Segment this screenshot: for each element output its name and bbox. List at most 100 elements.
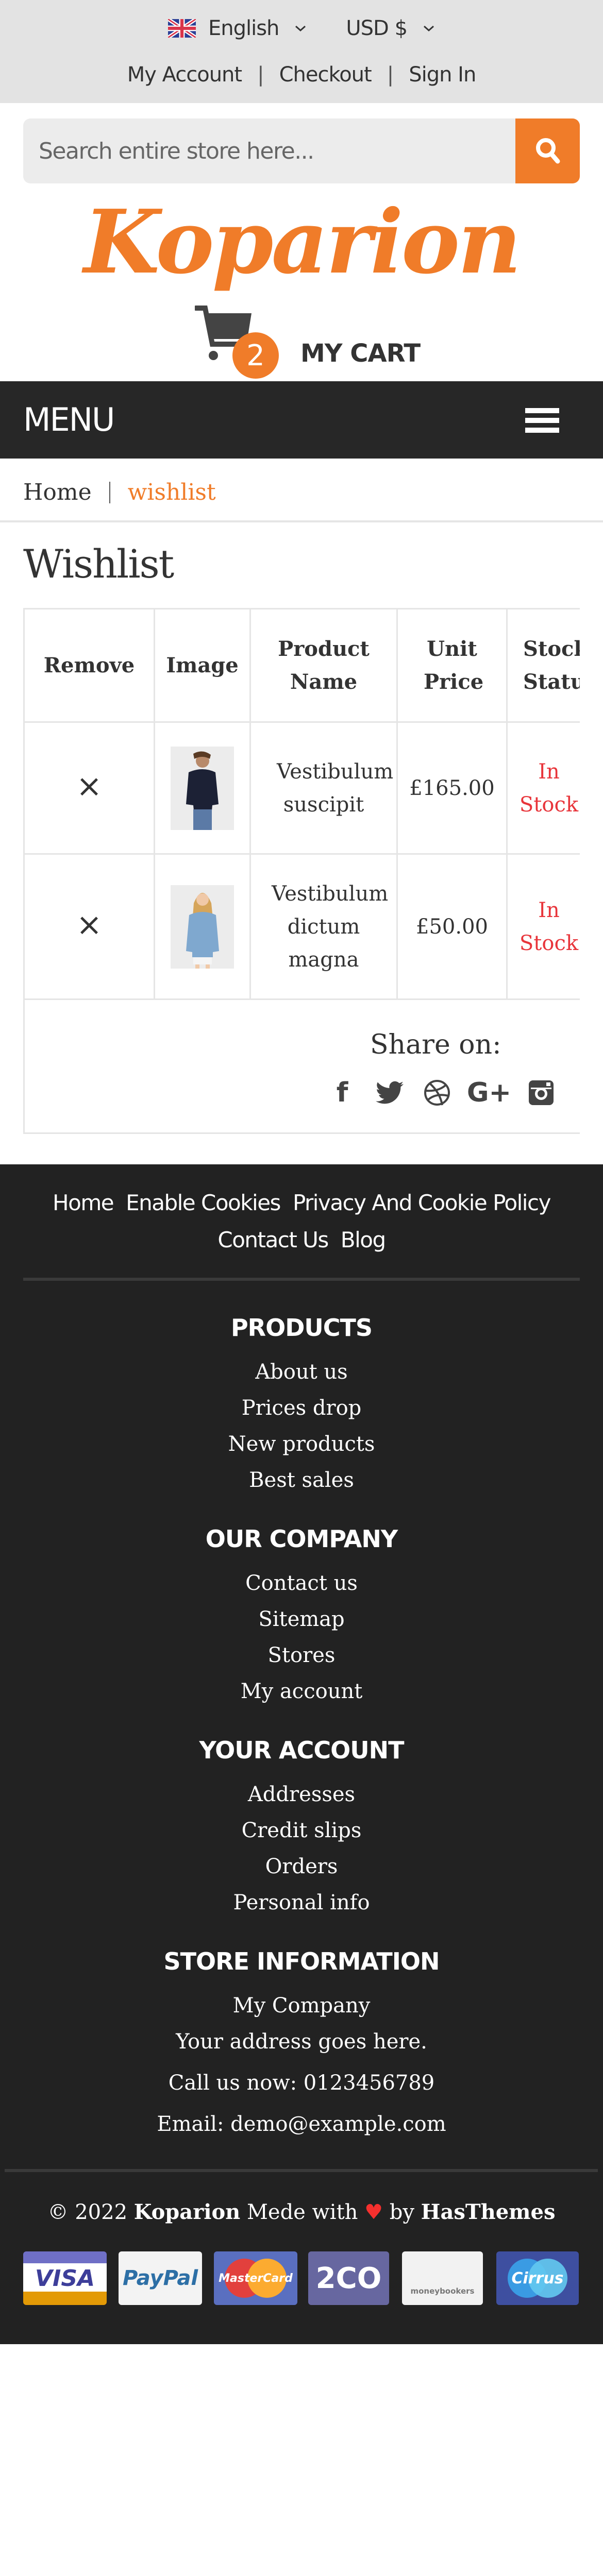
store-email[interactable]: Email: demo@example.com <box>0 2112 603 2136</box>
language-selector[interactable]: English <box>167 16 307 40</box>
store-phone: Call us now: 0123456789 <box>168 2071 435 2095</box>
share-cell: Share on: f G+ <box>23 998 580 1134</box>
facebook-icon[interactable]: f <box>319 1077 366 1108</box>
footer-link[interactable]: Personal info <box>0 1891 603 1914</box>
search-bar <box>23 118 580 183</box>
footer-link-privacy[interactable]: Privacy And Cookie Policy <box>293 1190 551 1215</box>
cart-button[interactable]: 2 MY CART <box>195 299 421 379</box>
search-button[interactable] <box>515 118 580 183</box>
mastercard-label: MasterCard <box>219 2272 293 2285</box>
copyright-by: by <box>389 2200 414 2224</box>
breadcrumb-divider <box>109 481 110 503</box>
wishlist-table: Remove Image Product Name Unit Price Sto… <box>23 608 580 1134</box>
footer-link[interactable]: About us <box>0 1360 603 1384</box>
footer-link[interactable]: Credit slips <box>0 1819 603 1842</box>
lang-currency-row: English USD $ <box>0 15 603 41</box>
hamburger-menu-icon[interactable] <box>525 408 559 433</box>
share-row: Share on: f G+ <box>23 998 580 1134</box>
checkout-link[interactable]: Checkout <box>279 63 372 87</box>
uk-flag-icon <box>167 19 196 38</box>
header-product-name: Product Name <box>249 608 398 723</box>
copyright: © 2022 Koparion Mede with ♥ by HasThemes <box>0 2200 603 2224</box>
footer-link-contact[interactable]: Contact Us <box>217 1227 329 1252</box>
footer-heading-store-information: STORE INFORMATION <box>163 1947 440 1975</box>
footer-link[interactable]: Prices drop <box>0 1396 603 1420</box>
my-account-link[interactable]: My Account <box>127 63 242 87</box>
footer: Home Enable Cookies Privacy And Cookie Pol… <box>0 1164 603 2344</box>
sign-in-link[interactable]: Sign In <box>409 63 476 87</box>
footer-link[interactable]: Best sales <box>0 1468 603 1492</box>
footer-link[interactable]: Contact us <box>0 1571 603 1595</box>
page-title: Wishlist <box>23 541 174 587</box>
instagram-icon[interactable] <box>517 1077 565 1108</box>
footer-link-enable-cookies[interactable]: Enable Cookies <box>126 1190 281 1215</box>
divider: | <box>387 63 394 87</box>
top-bar: English USD $ My Account | Checkout | Si… <box>0 0 603 103</box>
header-unit-price: Unit Price <box>396 608 508 723</box>
chevron-down-icon <box>424 25 434 32</box>
footer-heading-your-account: YOUR ACCOUNT <box>199 1736 404 1764</box>
copyright-year: © 2022 <box>47 2200 128 2224</box>
logo[interactable]: Koparion <box>0 191 603 294</box>
breadcrumb: Home wishlist <box>23 479 216 505</box>
currency-selector[interactable]: USD $ <box>346 16 435 40</box>
currency-label: USD $ <box>346 16 408 40</box>
product-image-cell <box>154 853 251 1000</box>
search-icon <box>535 138 560 164</box>
unit-price: £165.00 <box>396 721 508 855</box>
footer-link[interactable]: Addresses <box>0 1783 603 1806</box>
copyright-brand[interactable]: Koparion <box>134 2200 240 2224</box>
stock-status: In Stock <box>506 853 580 1000</box>
table-row: × Vestibulum dictum magna £50.00 In Stoc… <box>23 853 580 1000</box>
google-plus-icon[interactable]: G+ <box>461 1077 517 1108</box>
remove-button[interactable]: × <box>23 853 155 1000</box>
cart-label: MY CART <box>300 339 421 368</box>
copyright-author[interactable]: HasThemes <box>421 2200 556 2224</box>
product-image[interactable] <box>171 746 234 830</box>
footer-link[interactable]: Stores <box>0 1643 603 1667</box>
divider: | <box>257 63 264 87</box>
wishlist-table-container[interactable]: Remove Image Product Name Unit Price Sto… <box>23 608 580 1134</box>
footer-heading-our-company: OUR COMPANY <box>205 1525 398 1553</box>
divider <box>5 2169 598 2172</box>
footer-link[interactable]: Orders <box>0 1855 603 1878</box>
account-links: My Account | Checkout | Sign In <box>0 62 603 88</box>
language-label: English <box>208 16 279 40</box>
stock-status: In Stock <box>506 721 580 855</box>
footer-heading-products: PRODUCTS <box>230 1314 373 1342</box>
mastercard-icon: MasterCard <box>214 2251 297 2305</box>
product-image-cell <box>154 721 251 855</box>
footer-link[interactable]: My account <box>0 1680 603 1703</box>
close-icon[interactable]: × <box>76 907 102 943</box>
remove-button[interactable]: × <box>23 721 155 855</box>
divider <box>0 520 603 522</box>
footer-link-home[interactable]: Home <box>53 1190 114 1215</box>
footer-links-row: Home Enable Cookies Privacy And Cookie Pol… <box>0 1190 603 1215</box>
product-name[interactable]: Vestibulum dictum magna <box>249 853 398 1000</box>
table-row: × Vestibulum suscipit £165.00 In Stock <box>23 721 580 855</box>
share-label: Share on: <box>370 1029 501 1060</box>
header-stock-status: Stock Status <box>506 608 580 723</box>
chevron-down-icon <box>295 25 306 32</box>
unit-price: £50.00 <box>396 853 508 1000</box>
header-remove: Remove <box>23 608 155 723</box>
cirrus-icon: Cirrus <box>496 2251 579 2305</box>
close-icon[interactable]: × <box>76 768 102 804</box>
copyright-text: Mede with <box>246 2200 358 2224</box>
footer-link-blog[interactable]: Blog <box>341 1227 386 1252</box>
menu-label: MENU <box>23 401 115 438</box>
product-name[interactable]: Vestibulum suscipit <box>249 721 398 855</box>
footer-link[interactable]: Sitemap <box>0 1607 603 1631</box>
footer-link[interactable]: New products <box>0 1432 603 1456</box>
moneybookers-icon: moneybookers <box>402 2251 483 2305</box>
store-name: My Company <box>232 1994 371 2018</box>
breadcrumb-current: wishlist <box>127 479 216 505</box>
search-input[interactable] <box>23 118 515 183</box>
menu-bar: MENU <box>0 381 603 459</box>
breadcrumb-home[interactable]: Home <box>23 479 92 505</box>
cirrus-label: Cirrus <box>511 2269 564 2287</box>
dribbble-icon[interactable] <box>413 1077 461 1108</box>
twitter-icon[interactable] <box>366 1077 413 1108</box>
2co-icon: 2CO <box>308 2251 389 2305</box>
product-image[interactable] <box>171 885 234 969</box>
